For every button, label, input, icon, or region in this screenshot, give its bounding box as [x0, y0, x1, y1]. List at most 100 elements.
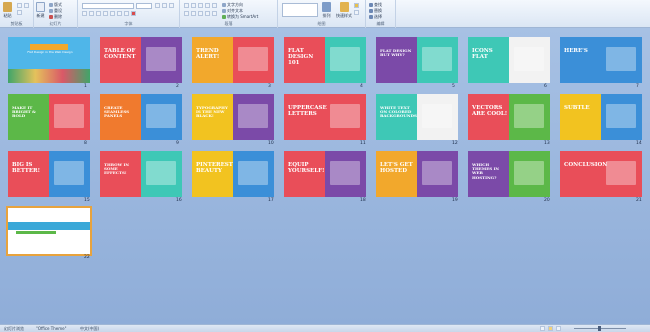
slide-number: 17 — [268, 198, 274, 203]
slide-number: 9 — [176, 141, 179, 146]
bullets-icon[interactable] — [184, 3, 189, 8]
drawing-group: 排列 快速样式 绘图 — [278, 0, 366, 28]
shapes-gallery[interactable] — [282, 3, 318, 17]
slide-thumbnail[interactable]: Flat Design BUT WHY? — [376, 37, 458, 83]
slide-thumbnail[interactable]: CREATE SEAMLESS PANELS — [100, 94, 182, 140]
smartart-button[interactable]: 转换为 SmartArt — [222, 14, 258, 20]
slide-left-panel — [376, 37, 417, 83]
shadow-icon[interactable] — [110, 11, 115, 16]
font-size-box[interactable] — [136, 3, 152, 9]
slide-thumbnail[interactable]: ICONS FLAT — [468, 37, 550, 83]
bold-icon[interactable] — [82, 11, 87, 16]
paste-icon — [3, 2, 12, 12]
change-case-icon[interactable] — [124, 11, 129, 16]
slide-illustration — [422, 47, 452, 71]
slide-illustration — [238, 104, 268, 128]
decrease-indent-icon[interactable] — [198, 3, 203, 8]
slide-thumbnail[interactable]: CONCLUSION — [560, 151, 642, 197]
slide-number: 13 — [544, 141, 550, 146]
numbering-icon[interactable] — [191, 3, 196, 8]
slide-thumbnail[interactable] — [6, 206, 92, 256]
slide-number: 2 — [176, 84, 179, 89]
group-label: 幻灯片 — [49, 21, 62, 26]
italic-icon[interactable] — [89, 11, 94, 16]
new-slide-button[interactable]: 新建 — [36, 2, 45, 19]
normal-view-icon[interactable] — [540, 326, 545, 331]
delete-button[interactable]: 删除 — [49, 14, 62, 20]
slide-number: 20 — [544, 198, 550, 203]
paste-button[interactable]: 粘贴 — [3, 2, 12, 19]
align-right-icon[interactable] — [198, 11, 203, 16]
arrange-button[interactable]: 排列 — [322, 2, 331, 19]
justify-icon[interactable] — [205, 11, 210, 16]
slide-title: WHICH Themes IN WEB HOSTING? — [472, 162, 500, 180]
slide-thumbnail[interactable]: TREND ALERT! — [192, 37, 274, 83]
align-left-icon[interactable] — [184, 11, 189, 16]
slide-thumbnail[interactable]: FLAT DESIGN 101 — [284, 37, 366, 83]
font-name-box[interactable] — [82, 3, 134, 9]
slide-number: 3 — [268, 84, 271, 89]
slide-title: BIG IS BETTER! — [12, 162, 41, 174]
select-button[interactable]: 选择 — [369, 14, 382, 20]
replace-icon — [369, 9, 373, 13]
slide-title: TREND ALERT! — [196, 48, 220, 60]
slide-title: Flat Design in the Web Design — [27, 50, 73, 54]
slide-title: THROW IN SOME EFFECTS! — [104, 162, 129, 176]
clear-format-icon[interactable] — [169, 3, 174, 8]
slide-title: EQUIP YOURSELF! — [288, 162, 325, 174]
spacing-icon[interactable] — [117, 11, 122, 16]
theme-label: "Office Theme" — [36, 326, 67, 331]
strikethrough-icon[interactable] — [103, 11, 108, 16]
shape-outline-icon[interactable] — [354, 10, 359, 15]
shrink-font-icon[interactable] — [162, 3, 167, 8]
slide-thumbnail[interactable]: PINTEREST BEAUTY — [192, 151, 274, 197]
banner-caption — [16, 231, 56, 234]
slide-thumbnail[interactable]: EQUIP YOURSELF! — [284, 151, 366, 197]
slide-illustration — [330, 104, 360, 128]
grow-font-icon[interactable] — [155, 3, 160, 8]
slide-sorter-view-icon[interactable] — [548, 326, 553, 331]
slide-thumbnail[interactable]: THROW IN SOME EFFECTS! — [100, 151, 182, 197]
align-center-icon[interactable] — [191, 11, 196, 16]
slideshow-view-icon[interactable] — [556, 326, 561, 331]
slide-thumbnail[interactable]: BIG IS BETTER! — [8, 151, 90, 197]
slide-number: 11 — [360, 141, 366, 146]
quick-styles-button[interactable]: 快速样式 — [336, 2, 352, 19]
slide-thumbnail[interactable]: WHITE TEXT ON COLORED BACKGROUNDS — [376, 94, 458, 140]
slide-sorter[interactable]: Flat Design in the Web Design 1 TABLE OF C… — [0, 28, 650, 324]
slide-thumbnail[interactable]: HERE'S — [560, 37, 642, 83]
columns-icon[interactable] — [212, 11, 217, 16]
copy-icon[interactable] — [17, 10, 22, 15]
slide-number: 12 — [452, 141, 458, 146]
slide-thumbnail[interactable]: Flat Design in the Web Design — [8, 37, 90, 83]
cut-icon[interactable] — [17, 3, 22, 8]
group-label: 字体 — [124, 21, 133, 26]
slide-illustration — [514, 47, 544, 71]
increase-indent-icon[interactable] — [205, 3, 210, 8]
font-color-icon[interactable] — [131, 11, 136, 16]
slide-number: 21 — [636, 198, 642, 203]
banner-image — [8, 222, 90, 230]
slide-thumbnail[interactable]: VECTORS ARE COOL! — [468, 94, 550, 140]
zoom-slider-knob[interactable] — [598, 326, 601, 331]
slide-thumbnail[interactable]: UPPERCASE LETTERS — [284, 94, 366, 140]
slide-illustration — [422, 104, 452, 128]
slide-title: SUBTLE — [564, 105, 590, 111]
group-label: 剪贴板 — [10, 21, 23, 26]
slide-thumbnail[interactable]: MAKE IT BRIGHT & BOLD — [8, 94, 90, 140]
slide-thumbnail[interactable]: Let's GET HOSTED — [376, 151, 458, 197]
slide-illustration — [146, 104, 176, 128]
find-icon — [369, 3, 373, 7]
shape-fill-icon[interactable] — [354, 3, 359, 8]
slide-thumbnail[interactable]: TABLE OF CONTENT — [100, 37, 182, 83]
slide-thumbnail[interactable]: WHICH Themes IN WEB HOSTING? — [468, 151, 550, 197]
arrange-icon — [322, 2, 331, 12]
new-slide-icon — [36, 2, 45, 12]
line-spacing-icon[interactable] — [212, 3, 217, 8]
slide-thumbnail[interactable]: SUBTLE — [560, 94, 642, 140]
slide-title: Typography IS THE NEW BLACK! — [196, 105, 228, 119]
format-painter-icon[interactable] — [24, 3, 29, 8]
underline-icon[interactable] — [96, 11, 101, 16]
slide-thumbnail[interactable]: Typography IS THE NEW BLACK! — [192, 94, 274, 140]
paragraph-group: 文字方向 对齐文本 转换为 SmartArt 段落 — [180, 0, 278, 28]
